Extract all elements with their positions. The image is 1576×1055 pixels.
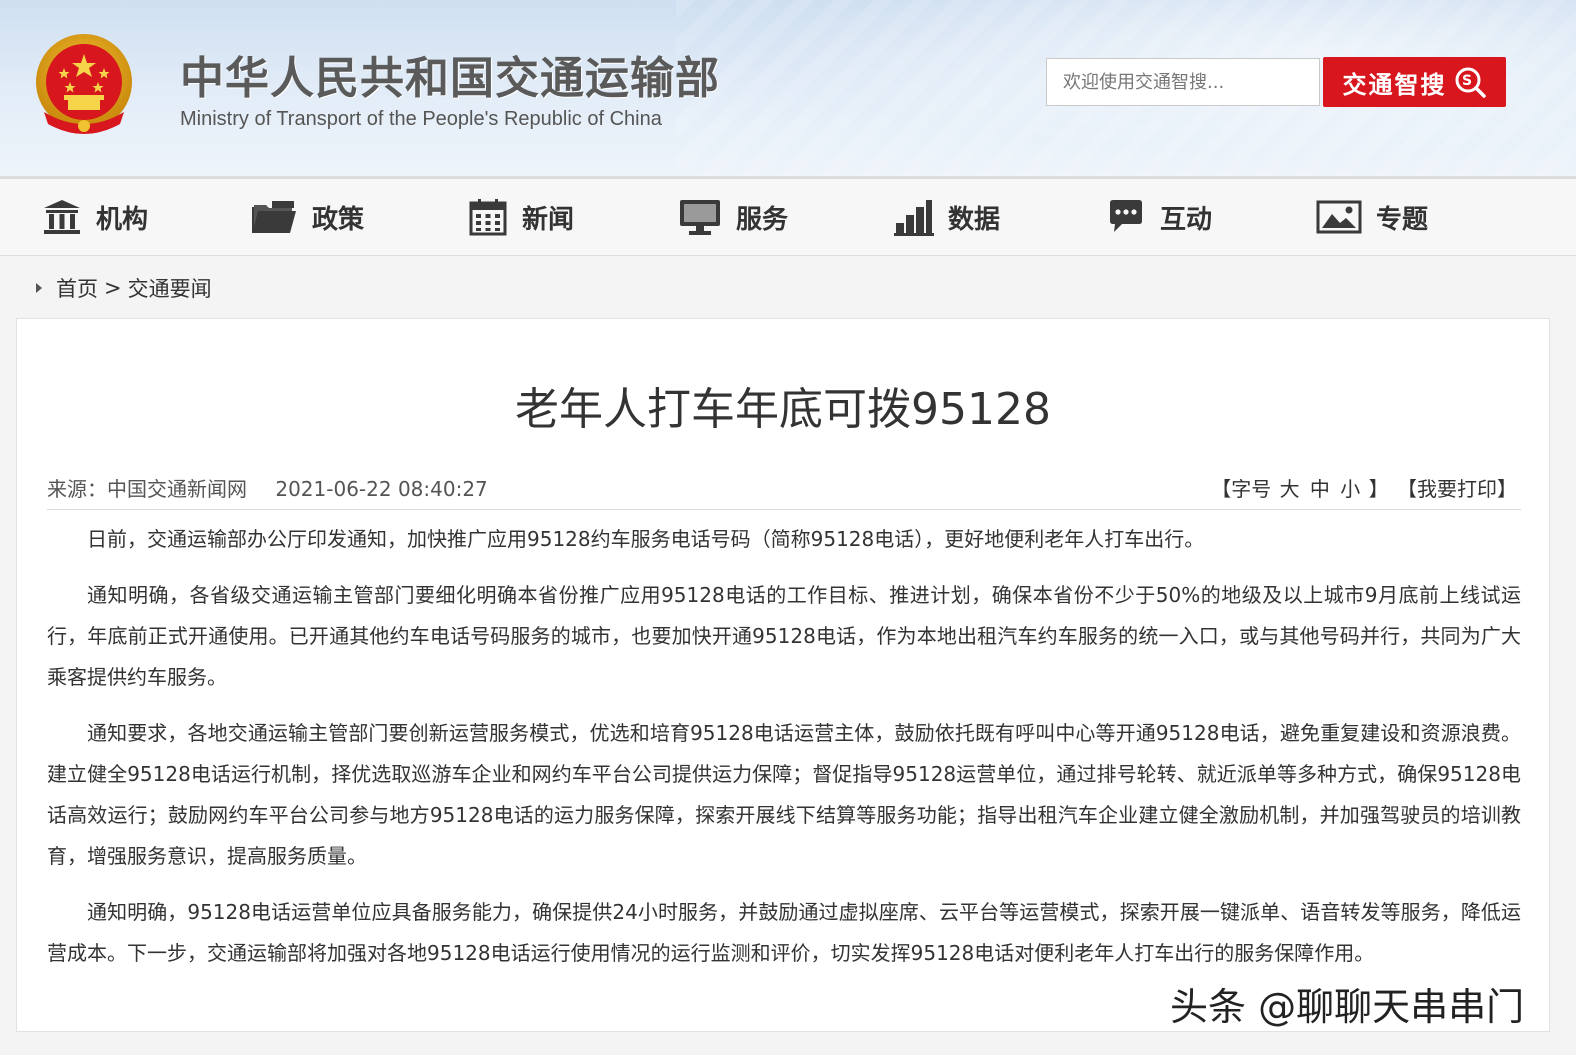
nav-item-interaction[interactable]: 互动 xyxy=(1106,179,1212,255)
search-input[interactable] xyxy=(1046,58,1320,106)
nav-label: 机构 xyxy=(96,204,149,235)
chat-bubble-icon xyxy=(1110,200,1142,232)
breadcrumb-current[interactable]: 交通要闻 xyxy=(128,273,212,303)
font-size-large-link[interactable]: 大 xyxy=(1280,477,1300,501)
nav-item-news[interactable]: 新闻 xyxy=(468,179,574,255)
nav-label: 互动 xyxy=(1160,204,1213,235)
svg-text:S: S xyxy=(1461,73,1473,89)
font-size-medium-link[interactable]: 中 xyxy=(1310,477,1330,501)
breadcrumb-home[interactable]: 首页 xyxy=(56,273,98,303)
search-button[interactable]: 交通智搜 S xyxy=(1323,57,1506,107)
nav-item-data[interactable]: 数据 xyxy=(894,179,1000,255)
print-link[interactable]: 【我要打印】 xyxy=(1397,477,1517,501)
site-title: 中华人民共和国交通运输部 xyxy=(180,53,720,104)
monitor-icon xyxy=(680,200,720,235)
article-meta: 来源：中国交通新闻网 2021-06-22 08:40:27 xyxy=(47,473,488,502)
nav-item-topics[interactable]: 专题 xyxy=(1316,179,1428,255)
article-paragraph: 通知明确，各省级交通运输主管部门要细化明确本省份推广应用95128电话的工作目标… xyxy=(47,583,1521,689)
image-icon xyxy=(1316,200,1362,234)
article-paragraph: 日前，交通运输部办公厅印发通知，加快推广应用95128约车服务电话号码（简称95… xyxy=(87,527,1205,551)
nav-item-services[interactable]: 服务 xyxy=(678,179,788,255)
bar-chart-icon xyxy=(894,200,934,236)
nav-label: 服务 xyxy=(736,204,789,235)
search-button-label: 交通智搜 xyxy=(1342,70,1447,99)
nav-label: 新闻 xyxy=(522,204,575,235)
nav-label: 政策 xyxy=(312,204,365,235)
nav-item-institutions[interactable]: 机构 xyxy=(42,179,148,255)
article-divider xyxy=(47,509,1521,510)
article-paragraph: 通知明确，95128电话运营单位应具备服务能力，确保提供24小时服务，并鼓励通过… xyxy=(47,900,1521,965)
site-header: 中华人民共和国交通运输部 Ministry of Transport of th… xyxy=(0,0,1576,176)
article-title: 老年人打车年底可拨95128 xyxy=(515,384,1051,435)
article-source: 来源：中国交通新闻网 xyxy=(47,477,247,501)
breadcrumb-separator: > xyxy=(104,276,122,300)
main-nav: 机构 政策 新闻 服务 数据 互动 专题 xyxy=(0,176,1576,256)
font-size-close: 】 xyxy=(1368,477,1389,501)
nav-label: 专题 xyxy=(1376,204,1429,235)
watermark: 头条 @聊聊天串串门 xyxy=(1170,985,1525,1029)
article-tools: 【字号 大 中 小 】 【我要打印】 xyxy=(1211,473,1519,502)
article-body: 日前，交通运输部办公厅印发通知，加快推广应用95128约车服务电话号码（简称95… xyxy=(47,519,1521,989)
national-emblem-icon[interactable] xyxy=(34,32,134,138)
building-icon xyxy=(44,200,80,234)
article-date: 2021-06-22 08:40:27 xyxy=(275,477,488,501)
font-size-small-link[interactable]: 小 xyxy=(1340,477,1360,501)
site-subtitle: Ministry of Transport of the People's Re… xyxy=(180,108,662,130)
nav-item-policy[interactable]: 政策 xyxy=(250,179,364,255)
article-paragraph: 通知要求，各地交通运输主管部门要创新运营服务模式，优选和培育95128电话运营主… xyxy=(47,721,1521,868)
calendar-icon xyxy=(469,199,507,236)
search-icon: S xyxy=(1455,67,1486,98)
breadcrumb: 首页 > 交通要闻 xyxy=(36,270,212,306)
font-size-label: 【字号 xyxy=(1211,477,1272,501)
article-container: 老年人打车年底可拨95128 来源：中国交通新闻网 2021-06-22 08:… xyxy=(16,318,1550,1032)
caret-right-icon xyxy=(36,283,42,293)
nav-label: 数据 xyxy=(948,204,1001,235)
folder-icon xyxy=(252,201,296,233)
